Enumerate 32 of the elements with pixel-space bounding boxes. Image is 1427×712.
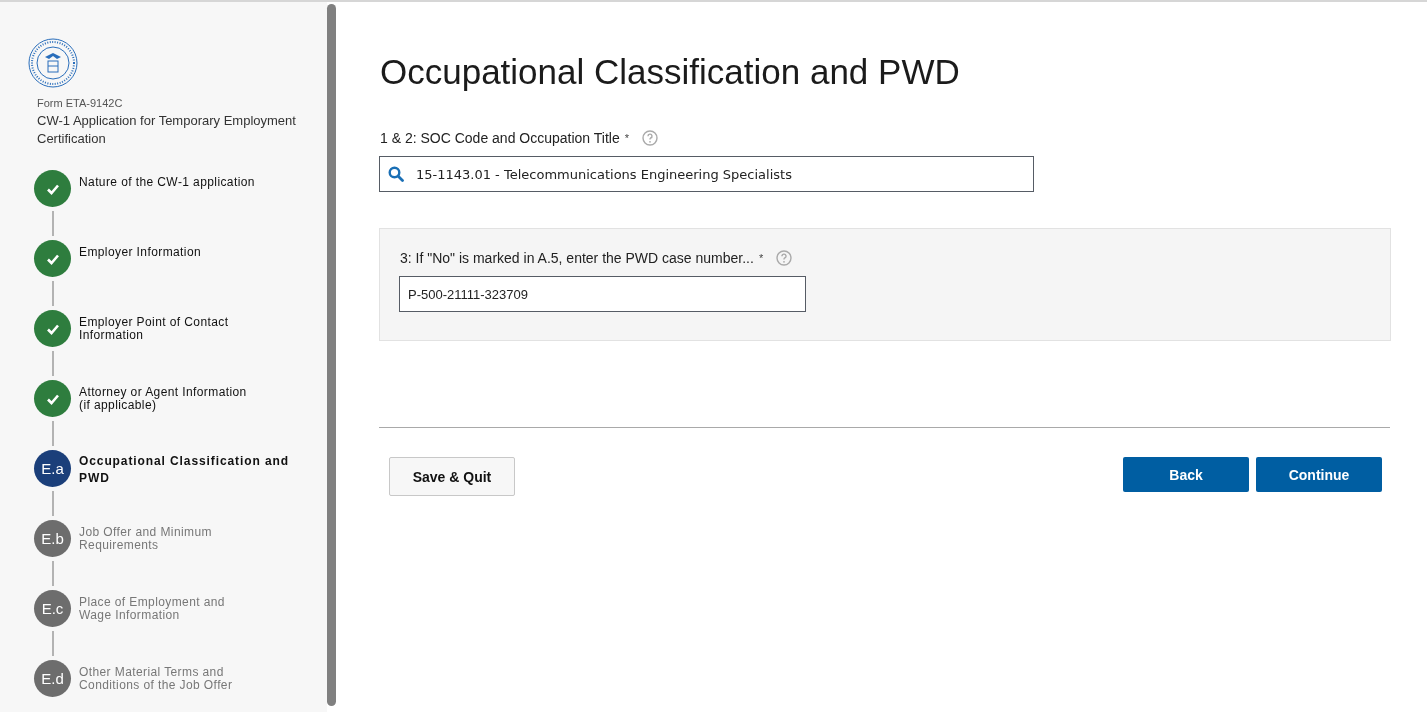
step-check-icon xyxy=(34,240,71,277)
required-mark: * xyxy=(758,252,764,264)
required-mark: * xyxy=(624,132,629,144)
seal-logo-icon xyxy=(28,38,78,88)
step-link[interactable]: Place of Employment and Wage Information xyxy=(79,590,259,660)
step-check-icon xyxy=(34,380,71,417)
step-link[interactable]: Attorney or Agent Information (if applicable) xyxy=(79,380,259,450)
search-field[interactable]: 15-1143.01 - Telecommunications Engineering Specialists xyxy=(379,156,1034,192)
form-number: Form ETA-9142C xyxy=(37,97,124,109)
step-badge: E.a xyxy=(34,450,71,487)
field-label: 3: If "No" is marked in A.5, enter the PWD case number... xyxy=(400,250,754,266)
scrollbar-thumb[interactable] xyxy=(327,4,336,706)
step-badge: E.d xyxy=(34,660,71,697)
step-link[interactable]: Job Offer and Minimum Requirements xyxy=(79,520,259,590)
step-badge: E.b xyxy=(34,520,71,557)
step-check-icon xyxy=(34,310,71,347)
page-title: Occupational Classification and PWD xyxy=(380,52,961,92)
field-label: 1 & 2: SOC Code and Occupation Title xyxy=(380,130,620,146)
step-link[interactable]: Nature of the CW-1 application xyxy=(79,170,259,240)
help-icon[interactable] xyxy=(642,130,658,146)
save-quit-button[interactable]: Save & Quit xyxy=(389,457,515,496)
step-link[interactable]: Employer Point of Contact Information xyxy=(79,310,259,380)
form-title: CW-1 Application for Temporary Employment Certification xyxy=(37,112,297,148)
input-field[interactable]: P-500-21111-323709 xyxy=(399,276,806,312)
back-button[interactable]: Back xyxy=(1123,457,1249,492)
step-link[interactable]: Employer Information xyxy=(79,240,259,310)
help-icon[interactable] xyxy=(776,250,793,266)
step-link[interactable]: Other Material Terms and Conditions of the Job Offer xyxy=(79,660,259,712)
step-badge: E.c xyxy=(34,590,71,627)
step-check-icon xyxy=(34,170,71,207)
continue-button[interactable]: Continue xyxy=(1256,457,1382,492)
step-link[interactable]: Occupational Classification and PWD xyxy=(79,450,294,520)
